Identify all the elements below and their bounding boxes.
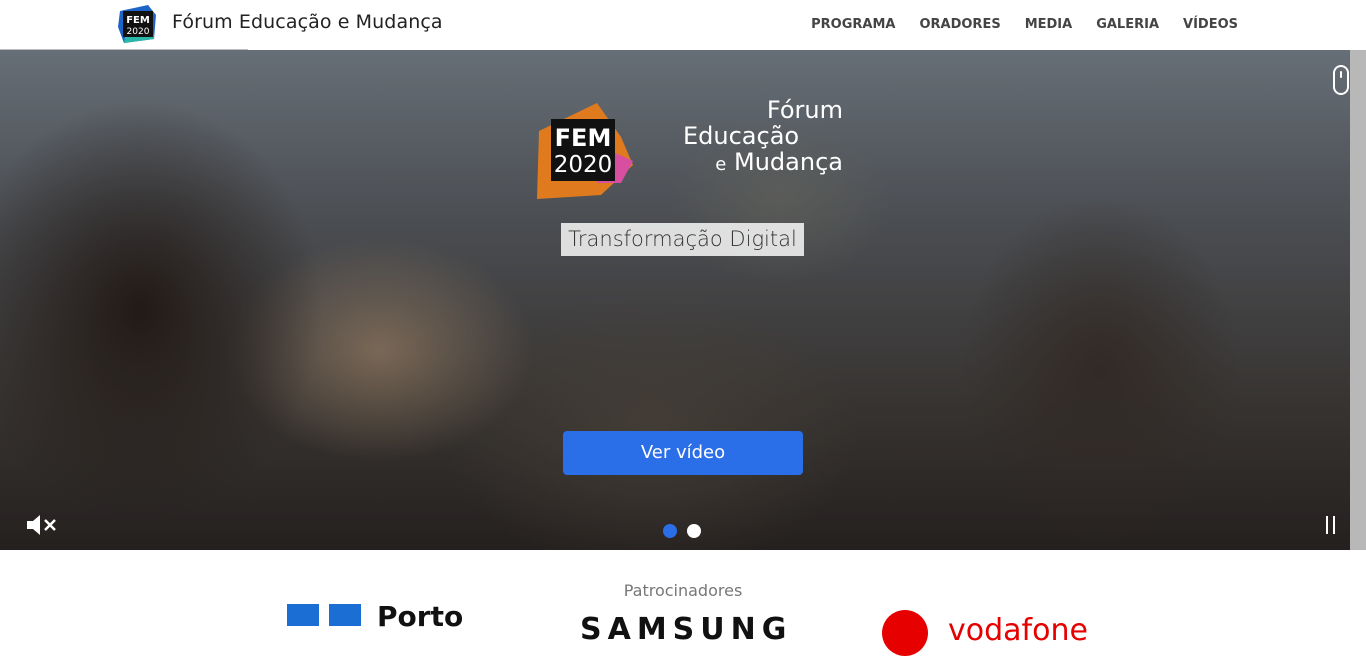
- mute-icon[interactable]: [25, 514, 59, 536]
- porto-square-1: [287, 604, 319, 626]
- main-nav: PROGRAMA ORADORES MEDIA GALERIA VÍDEOS: [811, 17, 1238, 32]
- scrollbar[interactable]: [1350, 50, 1366, 550]
- brand-line-3: e Mudança: [683, 149, 843, 178]
- slide-indicators: [663, 524, 701, 538]
- sponsor-samsung-logo[interactable]: SAMSUNG: [580, 612, 792, 647]
- nav-programa[interactable]: PROGRAMA: [811, 17, 895, 32]
- sponsor-vodafone-icon[interactable]: [882, 610, 928, 656]
- brand-line-3-main: Mudança: [734, 148, 843, 176]
- scroll-mouse-icon[interactable]: [1333, 65, 1349, 95]
- hero-fem-logo: FEM 2020: [537, 103, 633, 199]
- hero-subtitle: Transformação Digital: [561, 223, 804, 256]
- slide-dot-2[interactable]: [687, 524, 701, 538]
- sponsor-porto-logo[interactable]: Porto: [287, 600, 463, 634]
- watch-video-button[interactable]: Ver vídeo: [563, 431, 803, 475]
- porto-text: Porto: [377, 600, 464, 633]
- nav-oradores[interactable]: ORADORES: [919, 17, 1000, 32]
- sponsor-vodafone-text[interactable]: vodafone: [948, 613, 1088, 648]
- brand-line-3-small: e: [715, 154, 727, 175]
- brand-line-1: Fórum: [766, 96, 843, 124]
- slide-dot-1[interactable]: [663, 524, 677, 538]
- hero-logo-bottom: 2020: [554, 152, 613, 178]
- porto-square-2: [329, 604, 361, 626]
- site-header: FEM 2020 Fórum Educação e Mudança PROGRA…: [0, 0, 1366, 52]
- nav-galeria[interactable]: GALERIA: [1096, 17, 1159, 32]
- hero-brand-text: Fórum Educação e Mudança: [683, 97, 843, 178]
- nav-media[interactable]: MEDIA: [1025, 17, 1073, 32]
- pause-icon[interactable]: [1325, 515, 1337, 535]
- hero-logo-top: FEM: [555, 124, 612, 152]
- logo-text-top: FEM: [126, 15, 150, 26]
- hero-video-section: FEM 2020 Fórum Educação e Mudança Transf…: [0, 50, 1366, 550]
- site-title[interactable]: Fórum Educação e Mudança: [172, 11, 443, 33]
- nav-videos[interactable]: VÍDEOS: [1183, 17, 1238, 32]
- sponsors-title: Patrocinadores: [623, 581, 743, 600]
- brand-line-2: Educação: [683, 122, 800, 150]
- fem-logo[interactable]: FEM 2020: [118, 5, 158, 43]
- logo-text-bottom: 2020: [127, 27, 150, 37]
